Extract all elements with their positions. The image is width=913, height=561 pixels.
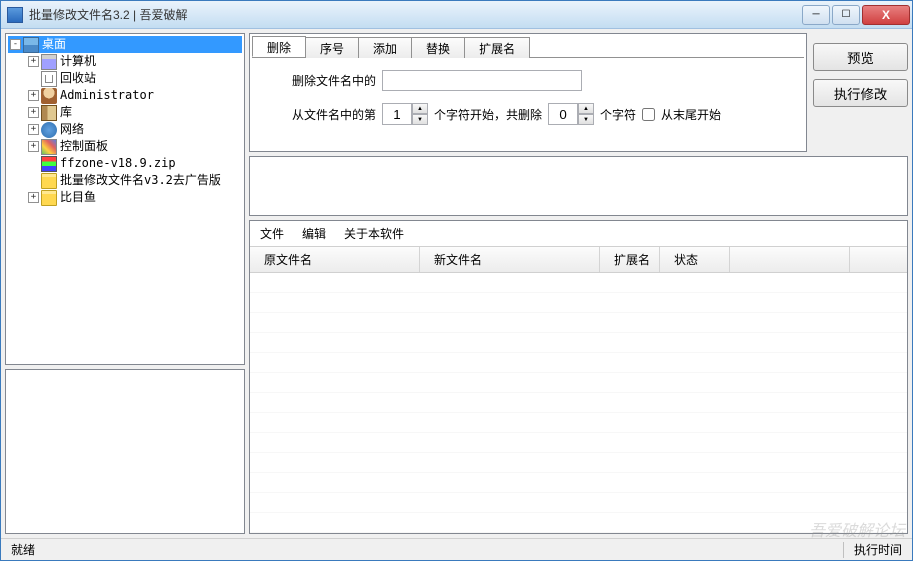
tree-item[interactable]: + 比目鱼 bbox=[8, 189, 242, 206]
tab-3[interactable]: 替换 bbox=[411, 37, 465, 58]
tree-item[interactable]: 批量修改文件名v3.2去广告版 bbox=[8, 172, 242, 189]
tree-expand-icon[interactable]: + bbox=[28, 124, 39, 135]
start-pos-input[interactable] bbox=[382, 103, 412, 125]
preview-panel bbox=[5, 369, 245, 534]
menu-item[interactable]: 文件 bbox=[260, 225, 284, 242]
i-folder-icon bbox=[41, 173, 57, 189]
i-desktop-icon bbox=[23, 37, 39, 53]
tree-item[interactable]: - 桌面 bbox=[8, 36, 242, 53]
options-panel: 删除序号添加替换扩展名 删除文件名中的 从文件名中的第 ▲ bbox=[249, 33, 807, 152]
folder-tree[interactable]: -桌面+计算机回收站+Administrator+库+网络+控制面板ffzone… bbox=[5, 33, 245, 365]
tab-4[interactable]: 扩展名 bbox=[464, 37, 530, 58]
status-ready: 就绪 bbox=[1, 541, 45, 558]
preview-button[interactable]: 预览 bbox=[813, 43, 908, 71]
tree-item-label: 桌面 bbox=[42, 36, 66, 53]
column-header[interactable] bbox=[730, 247, 850, 272]
grid-body[interactable] bbox=[250, 273, 907, 533]
column-header[interactable]: 新文件名 bbox=[420, 247, 600, 272]
tab-2[interactable]: 添加 bbox=[358, 37, 412, 58]
close-button[interactable]: X bbox=[862, 5, 910, 25]
tab-1[interactable]: 序号 bbox=[305, 37, 359, 58]
list-menubar: 文件 编辑 关于本软件 bbox=[250, 221, 907, 246]
i-user-icon bbox=[41, 88, 57, 104]
tree-item[interactable]: + 网络 bbox=[8, 121, 242, 138]
tree-item[interactable]: + 控制面板 bbox=[8, 138, 242, 155]
tree-item[interactable]: + Administrator bbox=[8, 87, 242, 104]
tab-0[interactable]: 删除 bbox=[252, 36, 306, 57]
i-net-icon bbox=[41, 122, 57, 138]
i-zip-icon bbox=[41, 156, 57, 172]
tree-item-label: 批量修改文件名v3.2去广告版 bbox=[60, 172, 221, 189]
tree-item-label: 控制面板 bbox=[60, 138, 108, 155]
from-end-checkbox[interactable] bbox=[642, 108, 655, 121]
column-header[interactable]: 状态 bbox=[660, 247, 730, 272]
tree-expand-icon[interactable]: + bbox=[28, 90, 39, 101]
tree-expand-icon[interactable]: + bbox=[28, 107, 39, 118]
tree-item-label: 库 bbox=[60, 104, 72, 121]
tree-expand-icon[interactable]: + bbox=[28, 192, 39, 203]
log-panel bbox=[249, 156, 908, 216]
grid-header: 原文件名新文件名扩展名状态 bbox=[250, 246, 907, 273]
statusbar: 就绪 执行时间 bbox=[1, 538, 912, 560]
label-from-end: 从末尾开始 bbox=[661, 106, 721, 123]
tree-expand-icon[interactable]: + bbox=[28, 141, 39, 152]
tree-item[interactable]: + 计算机 bbox=[8, 53, 242, 70]
tree-item[interactable]: 回收站 bbox=[8, 70, 242, 87]
tree-item[interactable]: +库 bbox=[8, 104, 242, 121]
tab-bar: 删除序号添加替换扩展名 bbox=[252, 36, 804, 58]
label-char-count: 个字符开始，共删除 bbox=[434, 106, 542, 123]
tree-expand-icon[interactable]: - bbox=[10, 39, 21, 50]
tree-item-label: 比目鱼 bbox=[60, 189, 96, 206]
minimize-button[interactable]: ─ bbox=[802, 5, 830, 25]
i-recycle-icon bbox=[41, 71, 57, 87]
window-title: 批量修改文件名3.2 | 吾爱破解 bbox=[29, 6, 802, 23]
tree-item-label: 回收站 bbox=[60, 70, 96, 87]
apply-button[interactable]: 执行修改 bbox=[813, 79, 908, 107]
start-pos-down[interactable]: ▼ bbox=[412, 114, 428, 125]
i-lib-icon bbox=[41, 105, 57, 121]
menu-item[interactable]: 关于本软件 bbox=[344, 225, 404, 242]
tree-item-label: Administrator bbox=[60, 87, 154, 104]
i-cpanel-icon bbox=[41, 139, 57, 155]
count-down[interactable]: ▼ bbox=[578, 114, 594, 125]
column-header[interactable]: 扩展名 bbox=[600, 247, 660, 272]
column-header[interactable]: 原文件名 bbox=[250, 247, 420, 272]
tree-item-label: 计算机 bbox=[60, 53, 96, 70]
window-controls: ─ ☐ X bbox=[802, 5, 912, 25]
i-computer-icon bbox=[41, 54, 57, 70]
delete-count-input[interactable] bbox=[548, 103, 578, 125]
tree-expand-icon[interactable]: + bbox=[28, 56, 39, 67]
titlebar: 批量修改文件名3.2 | 吾爱破解 ─ ☐ X bbox=[1, 1, 912, 29]
count-up[interactable]: ▲ bbox=[578, 103, 594, 114]
app-icon bbox=[7, 7, 23, 23]
tree-item[interactable]: ffzone-v18.9.zip bbox=[8, 155, 242, 172]
label-delete-text: 删除文件名中的 bbox=[292, 72, 376, 89]
tree-item-label: 网络 bbox=[60, 121, 84, 138]
file-list-panel: 文件 编辑 关于本软件 原文件名新文件名扩展名状态 bbox=[249, 220, 908, 534]
delete-text-input[interactable] bbox=[382, 70, 582, 91]
label-chars: 个字符 bbox=[600, 106, 636, 123]
status-time: 执行时间 bbox=[844, 541, 912, 558]
tree-item-label: ffzone-v18.9.zip bbox=[60, 155, 176, 172]
i-folder-icon bbox=[41, 190, 57, 206]
start-pos-up[interactable]: ▲ bbox=[412, 103, 428, 114]
menu-item[interactable]: 编辑 bbox=[302, 225, 326, 242]
maximize-button[interactable]: ☐ bbox=[832, 5, 860, 25]
label-from-char: 从文件名中的第 bbox=[292, 106, 376, 123]
